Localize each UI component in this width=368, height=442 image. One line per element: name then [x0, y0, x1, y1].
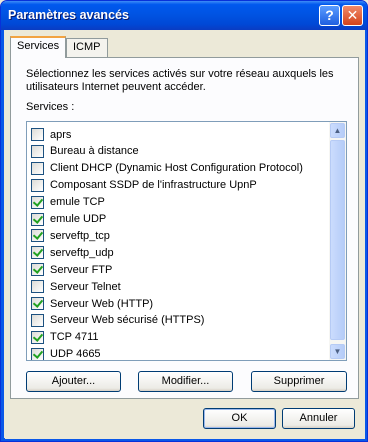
- service-label: emule UDP: [50, 213, 107, 225]
- dialog-client-area: Services ICMP Sélectionnez les services …: [5, 30, 365, 439]
- service-row[interactable]: UDP 4665: [27, 346, 327, 361]
- close-icon[interactable]: ✕: [342, 5, 363, 26]
- service-row[interactable]: Serveur Web sécurisé (HTTPS): [27, 312, 327, 329]
- service-checkbox[interactable]: [31, 280, 44, 294]
- services-list[interactable]: aprs Bureau à distance Client DHCP (Dynami…: [26, 121, 347, 361]
- ok-button[interactable]: OK: [203, 408, 276, 429]
- service-label: Serveur Web sécurisé (HTTPS): [50, 314, 205, 327]
- services-label: Services :: [26, 101, 75, 113]
- tab-services[interactable]: Services: [10, 36, 67, 58]
- service-checkbox[interactable]: [31, 144, 44, 158]
- service-row[interactable]: emule TCP: [27, 194, 327, 211]
- add-service-button[interactable]: Ajouter...: [26, 371, 121, 392]
- service-row[interactable]: aprs: [27, 126, 327, 143]
- service-label: serveftp_udp: [50, 246, 114, 259]
- service-row[interactable]: serveftp_udp: [27, 244, 327, 261]
- cancel-button[interactable]: Annuler: [282, 408, 355, 429]
- service-label: TCP 4711: [50, 331, 99, 344]
- scroll-up-icon[interactable]: ▲: [330, 123, 345, 138]
- service-checkbox[interactable]: [31, 297, 44, 310]
- service-checkbox[interactable]: [31, 263, 44, 277]
- service-row[interactable]: TCP 4711: [27, 329, 327, 346]
- edit-service-button[interactable]: Modifier...: [138, 371, 233, 392]
- service-label: emule TCP: [50, 196, 105, 209]
- services-scrollbar[interactable]: ▲ ▼: [329, 122, 346, 360]
- window-title: Paramètres avancés: [8, 8, 129, 22]
- service-label: UDP 4665: [50, 348, 101, 361]
- title-bar[interactable]: Paramètres avancés ? ✕: [1, 1, 367, 30]
- service-checkbox[interactable]: [31, 212, 44, 226]
- service-row[interactable]: Composant SSDP de l'infrastructure UpnP: [27, 177, 327, 194]
- service-label: aprs: [50, 128, 72, 141]
- service-checkbox[interactable]: [31, 246, 44, 260]
- service-label: Serveur FTP: [50, 263, 113, 276]
- service-row[interactable]: Serveur FTP: [27, 261, 327, 278]
- services-description: Sélectionnez les services activés sur vo…: [26, 68, 334, 93]
- service-checkbox[interactable]: [31, 330, 44, 344]
- service-label: Composant SSDP de l'infrastructure UpnP: [50, 179, 257, 192]
- scroll-down-icon[interactable]: ▼: [330, 344, 345, 359]
- service-row[interactable]: emule UDP: [27, 211, 327, 228]
- service-checkbox[interactable]: [31, 195, 44, 209]
- service-row[interactable]: Bureau à distance: [27, 143, 327, 160]
- service-row[interactable]: Client DHCP (Dynamic Host Configuration …: [27, 160, 327, 177]
- advanced-settings-dialog: Paramètres avancés ? ✕ Services ICMP Sél…: [0, 0, 368, 442]
- tab-icmp[interactable]: ICMP: [66, 38, 108, 57]
- delete-service-button[interactable]: Supprimer: [251, 371, 347, 392]
- services-tab-panel: Sélectionnez les services activés sur vo…: [10, 57, 359, 399]
- service-checkbox[interactable]: [31, 313, 44, 327]
- service-label: Bureau à distance: [50, 145, 139, 158]
- service-checkbox[interactable]: [31, 229, 44, 243]
- service-label: Serveur Web (HTTP): [50, 297, 154, 310]
- service-checkbox[interactable]: [31, 128, 44, 141]
- service-label: Client DHCP (Dynamic Host Configuration …: [50, 162, 303, 175]
- service-row[interactable]: Serveur Web (HTTP): [27, 295, 327, 312]
- service-row[interactable]: serveftp_tcp: [27, 227, 327, 244]
- scroll-thumb[interactable]: [330, 140, 345, 340]
- help-icon[interactable]: ?: [319, 5, 340, 26]
- service-checkbox[interactable]: [31, 178, 44, 192]
- service-label: Serveur Telnet: [50, 280, 121, 293]
- service-checkbox[interactable]: [31, 161, 44, 175]
- service-checkbox[interactable]: [31, 347, 44, 360]
- service-row[interactable]: Serveur Telnet: [27, 278, 327, 295]
- service-label: serveftp_tcp: [50, 229, 110, 242]
